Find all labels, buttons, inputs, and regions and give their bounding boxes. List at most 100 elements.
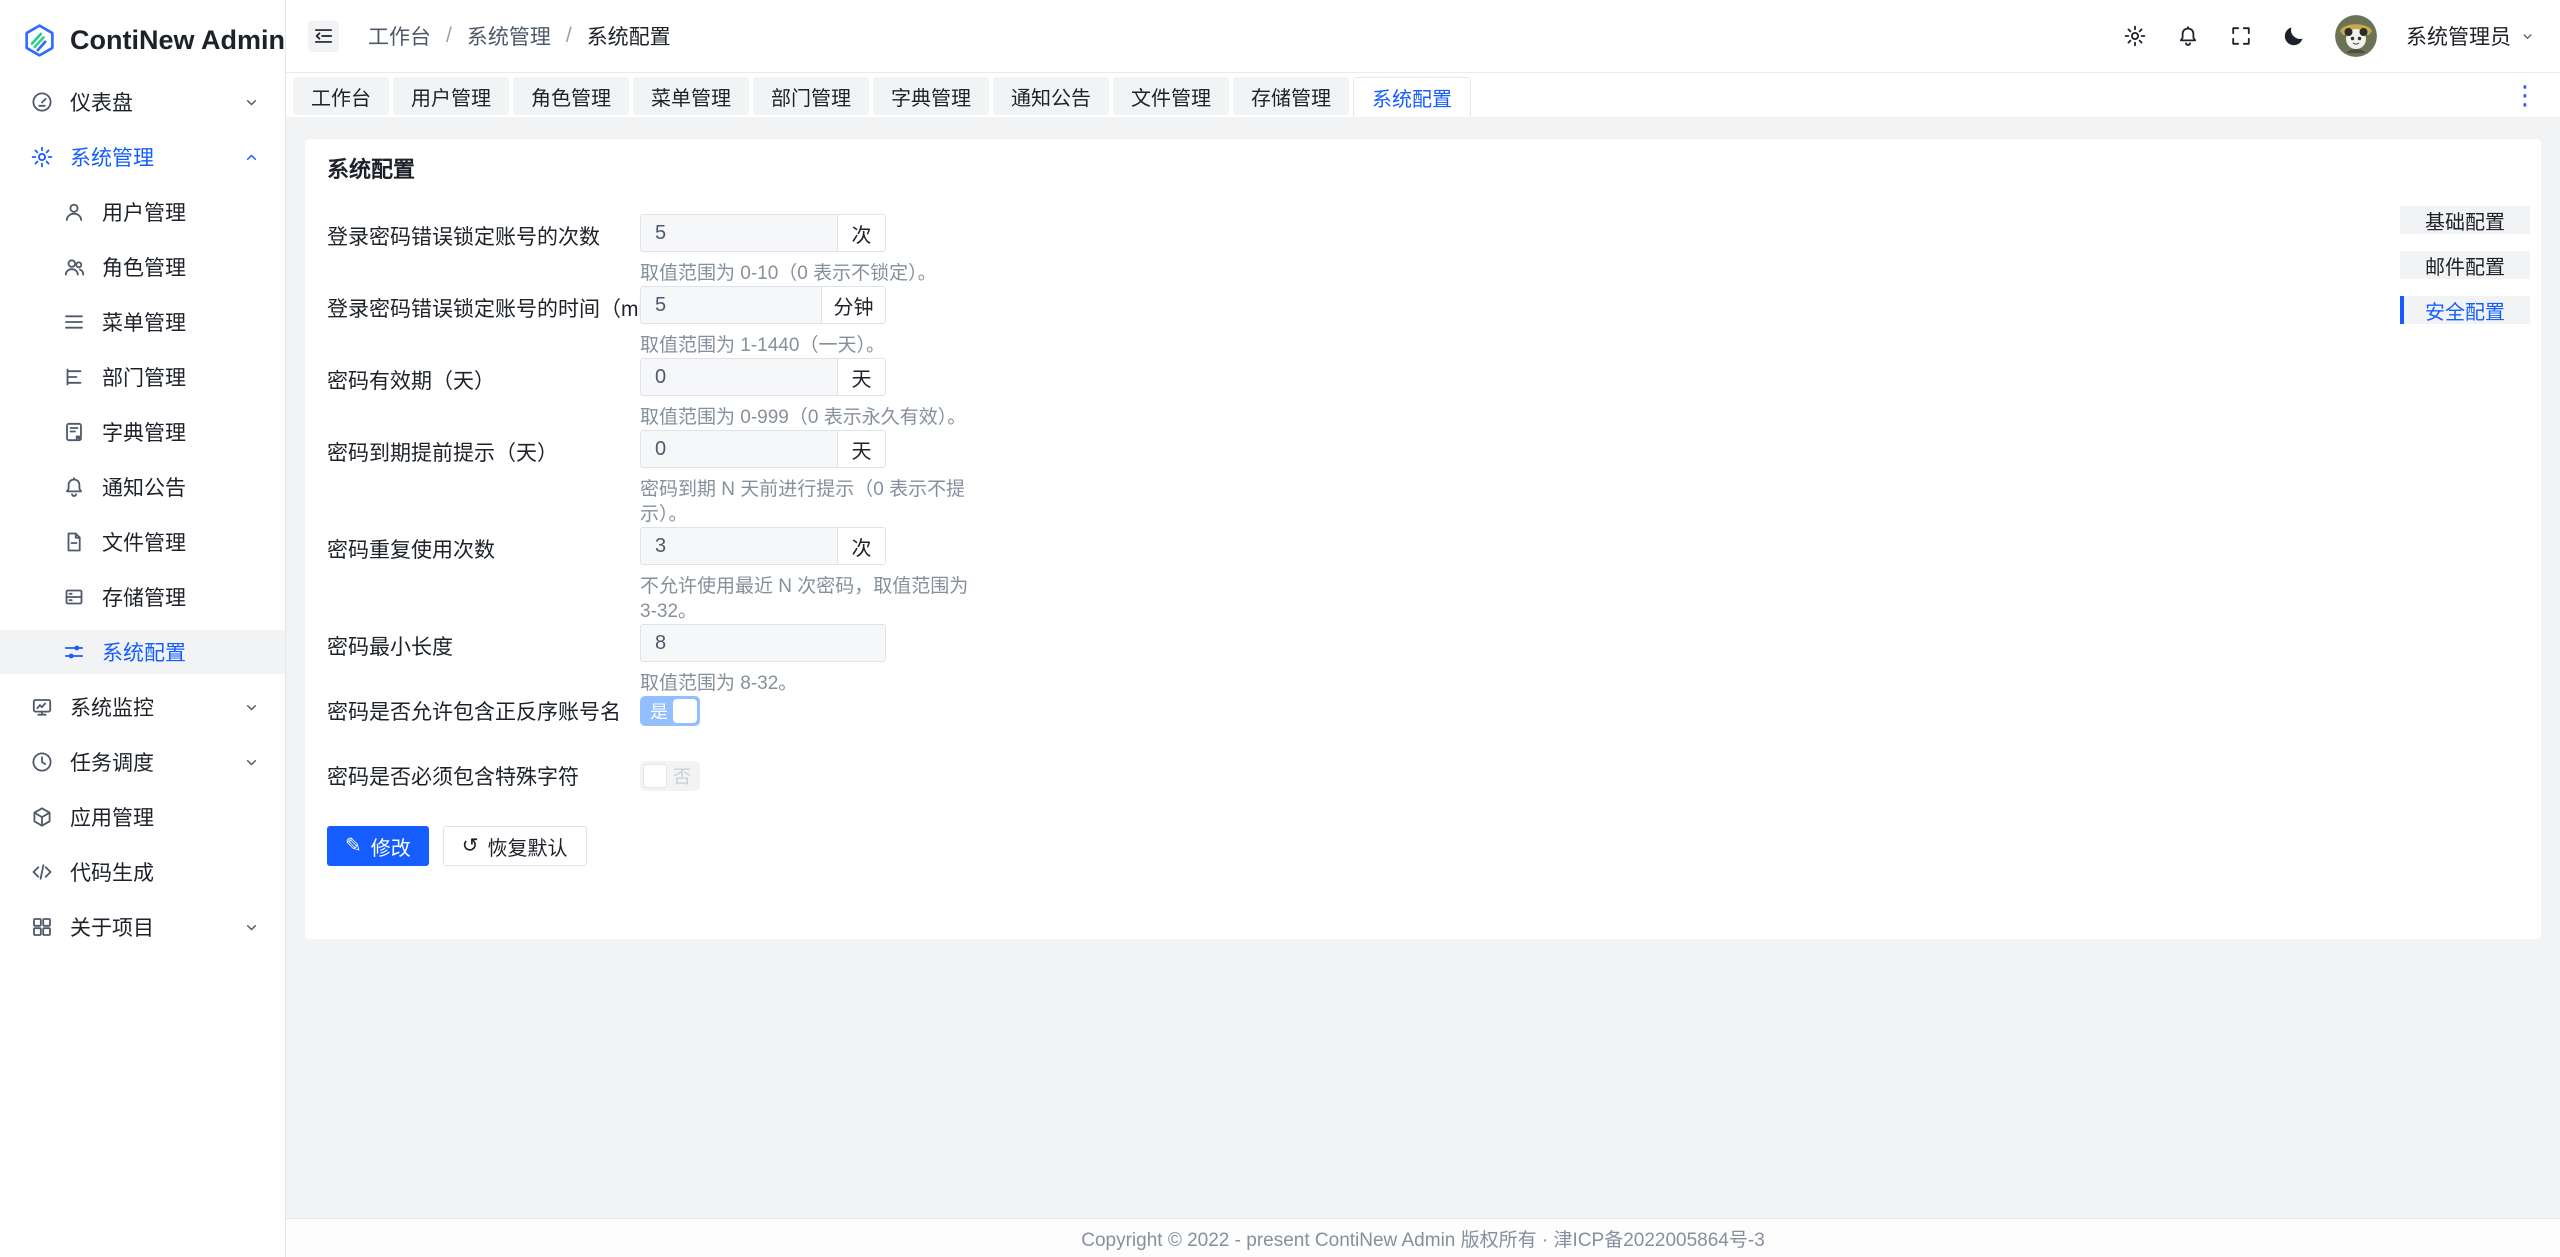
breadcrumb-item[interactable]: 工作台 bbox=[368, 21, 431, 51]
anchor-label: 邮件配置 bbox=[2425, 251, 2505, 280]
anchor-label: 安全配置 bbox=[2425, 296, 2505, 325]
monitor-icon bbox=[30, 695, 54, 719]
tab-storage-management[interactable]: 存储管理 bbox=[1233, 77, 1349, 115]
chevron-down-icon bbox=[2519, 28, 2536, 45]
sidebar-item-notice[interactable]: 通知公告 bbox=[0, 465, 285, 509]
login-lock-time-input[interactable] bbox=[641, 287, 821, 323]
restore-default-button[interactable]: ↺ 恢复默认 bbox=[443, 826, 587, 866]
sidebar-item-label: 文件管理 bbox=[102, 527, 186, 557]
field-hint: 密码到期 N 天前进行提示（0 表示不提示）。 bbox=[640, 477, 975, 527]
field-hint: 取值范围为 1-1440（一天）。 bbox=[640, 333, 886, 358]
toggle-knob bbox=[643, 764, 667, 788]
menu-lines-icon bbox=[62, 310, 86, 334]
sidebar-item-label: 应用管理 bbox=[70, 802, 154, 832]
sidebar-item-about-project[interactable]: 关于项目 bbox=[0, 905, 285, 949]
avatar[interactable] bbox=[2335, 15, 2377, 57]
storage-icon bbox=[62, 585, 86, 609]
tab-notice[interactable]: 通知公告 bbox=[993, 77, 1109, 115]
more-vertical-icon[interactable]: ⋮ bbox=[2512, 80, 2538, 110]
app-title: ContiNew Admin bbox=[70, 25, 285, 56]
form-row-allow-account-in-password: 密码是否允许包含正反序账号名 是 bbox=[327, 696, 2519, 726]
form-actions: ✎ 修改 ↺ 恢复默认 bbox=[327, 826, 2519, 866]
login-lock-time-field: 分钟 bbox=[640, 286, 886, 324]
sidebar-item-dashboard[interactable]: 仪表盘 bbox=[0, 80, 285, 124]
page-title: 系统配置 bbox=[327, 155, 2519, 185]
anchor-mail-config[interactable]: 邮件配置 bbox=[2400, 251, 2530, 279]
tab-dict-management[interactable]: 字典管理 bbox=[873, 77, 989, 115]
breadcrumb-item[interactable]: 系统管理 bbox=[467, 21, 551, 51]
tab-workbench[interactable]: 工作台 bbox=[293, 77, 389, 115]
form-row-password-reuse: 密码重复使用次数 次 不允许使用最近 N 次密码，取值范围为 3-32。 bbox=[327, 527, 2519, 624]
sidebar-item-system-management[interactable]: 系统管理 bbox=[0, 135, 285, 179]
sidebar-item-user-management[interactable]: 用户管理 bbox=[0, 190, 285, 234]
config-anchor-nav: 基础配置 邮件配置 安全配置 bbox=[2400, 206, 2530, 341]
field-hint: 取值范围为 8-32。 bbox=[640, 671, 886, 696]
anchor-label: 基础配置 bbox=[2425, 206, 2505, 235]
bell-icon bbox=[62, 475, 86, 499]
sidebar-item-storage-management[interactable]: 存储管理 bbox=[0, 575, 285, 619]
tab-menu-management[interactable]: 菜单管理 bbox=[633, 77, 749, 115]
tab-file-management[interactable]: 文件管理 bbox=[1113, 77, 1229, 115]
toggle-state-label: 否 bbox=[673, 763, 691, 789]
expiry-warning-input[interactable] bbox=[641, 431, 837, 467]
sidebar-item-system-monitor[interactable]: 系统监控 bbox=[0, 685, 285, 729]
sidebar-item-label: 用户管理 bbox=[102, 197, 186, 227]
tab-system-config[interactable]: 系统配置 bbox=[1353, 77, 1471, 117]
chevron-down-icon bbox=[242, 698, 261, 717]
sidebar-item-role-management[interactable]: 角色管理 bbox=[0, 245, 285, 289]
unit-addon: 天 bbox=[837, 431, 885, 467]
unit-addon: 次 bbox=[837, 528, 885, 564]
tab-dept-management[interactable]: 部门管理 bbox=[753, 77, 869, 115]
sidebar-item-job-schedule[interactable]: 任务调度 bbox=[0, 740, 285, 784]
sidebar-item-system-config[interactable]: 系统配置 bbox=[0, 630, 285, 674]
chevron-down-icon bbox=[242, 753, 261, 772]
tab-role-management[interactable]: 角色管理 bbox=[513, 77, 629, 115]
anchor-security-config[interactable]: 安全配置 bbox=[2400, 296, 2530, 324]
user-menu[interactable]: 系统管理员 bbox=[2406, 21, 2536, 51]
system-config-card: 系统配置 登录密码错误锁定账号的次数 次 取值范围为 0-10（0 表示不锁定）… bbox=[305, 139, 2541, 939]
undo-icon: ↺ bbox=[462, 836, 479, 856]
field-hint: 不允许使用最近 N 次密码，取值范围为 3-32。 bbox=[640, 574, 975, 624]
password-expiry-field: 天 bbox=[640, 358, 886, 396]
require-special-char-toggle[interactable]: 否 bbox=[640, 761, 700, 791]
menu-fold-icon bbox=[312, 24, 335, 48]
password-min-length-input[interactable] bbox=[640, 624, 886, 662]
tab-user-management[interactable]: 用户管理 bbox=[393, 77, 509, 115]
field-label: 密码重复使用次数 bbox=[327, 527, 640, 624]
sidebar-item-label: 角色管理 bbox=[102, 252, 186, 282]
form-row-expiry-warning: 密码到期提前提示（天） 天 密码到期 N 天前进行提示（0 表示不提示）。 bbox=[327, 430, 2519, 527]
anchor-basic-config[interactable]: 基础配置 bbox=[2400, 206, 2530, 234]
footer: Copyright © 2022 - present ContiNew Admi… bbox=[286, 1218, 2560, 1257]
active-indicator-bar bbox=[2400, 296, 2404, 324]
field-label: 密码到期提前提示（天） bbox=[327, 430, 640, 527]
sidebar-item-menu-management[interactable]: 菜单管理 bbox=[0, 300, 285, 344]
login-lock-count-input[interactable] bbox=[641, 215, 837, 251]
notification-bell-icon[interactable] bbox=[2176, 24, 2200, 48]
sidebar-item-code-generation[interactable]: 代码生成 bbox=[0, 850, 285, 894]
field-label: 密码有效期（天） bbox=[327, 358, 640, 430]
password-reuse-input[interactable] bbox=[641, 528, 837, 564]
tab-label: 文件管理 bbox=[1131, 82, 1211, 111]
sidebar-item-dept-management[interactable]: 部门管理 bbox=[0, 355, 285, 399]
sidebar-item-app-management[interactable]: 应用管理 bbox=[0, 795, 285, 839]
tab-label: 部门管理 bbox=[771, 82, 851, 111]
sidebar-collapse-button[interactable] bbox=[308, 21, 339, 52]
toggle-state-label: 是 bbox=[650, 698, 668, 724]
dark-mode-moon-icon[interactable] bbox=[2282, 24, 2306, 48]
sidebar-item-file-management[interactable]: 文件管理 bbox=[0, 520, 285, 564]
password-expiry-input[interactable] bbox=[641, 359, 837, 395]
user-icon bbox=[62, 200, 86, 224]
fullscreen-icon[interactable] bbox=[2229, 24, 2253, 48]
breadcrumb-item-current: 系统配置 bbox=[587, 21, 671, 51]
sidebar-item-label: 字典管理 bbox=[102, 417, 186, 447]
breadcrumb-separator: / bbox=[566, 24, 572, 48]
allow-account-in-password-toggle[interactable]: 是 bbox=[640, 696, 700, 726]
field-label: 密码是否必须包含特殊字符 bbox=[327, 761, 640, 791]
field-label: 登录密码错误锁定账号的时间（min） bbox=[327, 286, 640, 358]
form-row-require-special-char: 密码是否必须包含特殊字符 否 bbox=[327, 761, 2519, 791]
sidebar-item-dict-management[interactable]: 字典管理 bbox=[0, 410, 285, 454]
top-header: 工作台 / 系统管理 / 系统配置 系统管理员 bbox=[286, 0, 2560, 73]
settings-gear-icon[interactable] bbox=[2123, 24, 2147, 48]
edit-button[interactable]: ✎ 修改 bbox=[327, 826, 429, 866]
sidebar-item-label: 系统配置 bbox=[102, 637, 186, 667]
